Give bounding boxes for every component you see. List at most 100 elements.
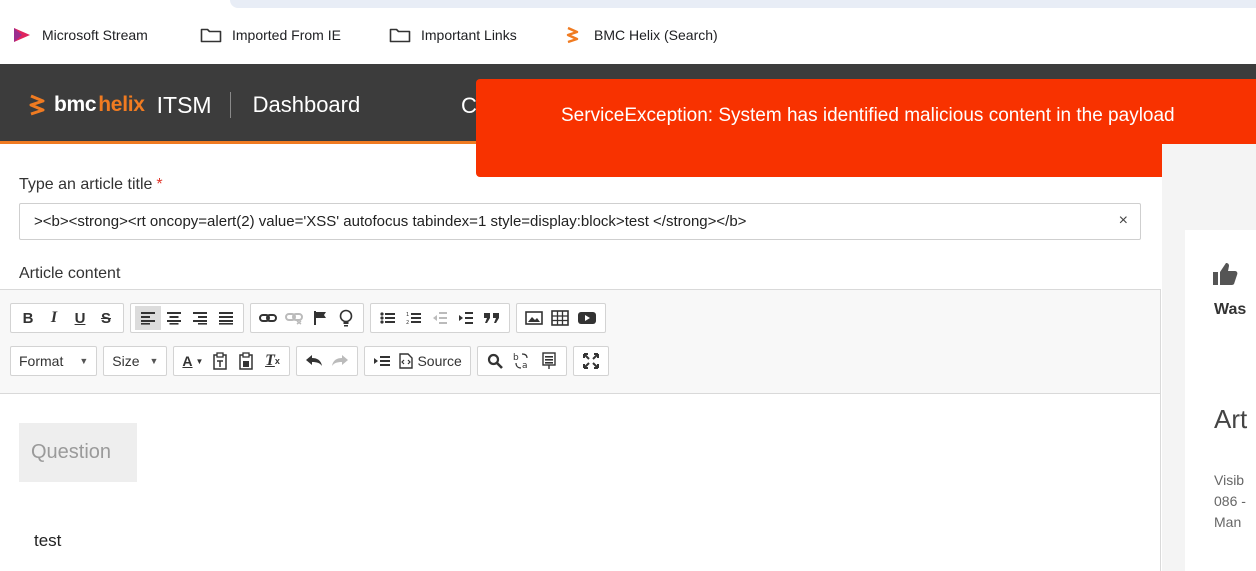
bookmarks-bar: Microsoft Stream Imported From IE Import…: [0, 0, 1256, 64]
bookmark-imported-from-ie[interactable]: Imported From IE: [200, 24, 341, 46]
article-title-input[interactable]: ><b><strong><rt oncopy=alert(2) value='X…: [19, 203, 1141, 240]
paste-text-button[interactable]: [207, 349, 233, 373]
header-divider: [229, 92, 231, 118]
blockquote-button[interactable]: [479, 306, 505, 330]
source-button-label: Source: [417, 353, 462, 369]
article-title-value[interactable]: ><b><strong><rt oncopy=alert(2) value='X…: [34, 213, 746, 230]
logo-text-helix: helix: [98, 93, 145, 116]
editor-body-text[interactable]: test: [34, 531, 61, 551]
maximize-button[interactable]: [578, 349, 604, 373]
nav-dashboard[interactable]: Dashboard: [253, 92, 361, 118]
logo-text-bmc: bmc: [54, 93, 97, 116]
align-center-button[interactable]: [161, 306, 187, 330]
replace-icon: ba: [513, 353, 528, 370]
bulleted-list-button[interactable]: [375, 306, 401, 330]
paste-text-icon: [213, 352, 228, 370]
article-info-heading: Art: [1214, 404, 1248, 434]
visibility-info: Visib 086 - Man: [1214, 470, 1246, 533]
anchor-button[interactable]: [307, 306, 333, 330]
nav-item-partial[interactable]: C: [461, 93, 477, 119]
toast-message: ServiceException: System has identified …: [561, 105, 1175, 126]
chevron-down-icon: ▼: [149, 356, 159, 366]
redo-icon: [332, 355, 349, 366]
format-dropdown[interactable]: Format ▼: [10, 346, 98, 376]
italic-button[interactable]: I: [41, 306, 67, 330]
numbered-list-icon: 12: [406, 312, 421, 325]
youtube-icon: [578, 312, 596, 324]
numbered-list-button[interactable]: 12: [401, 306, 427, 330]
toolbar-row-2: Format ▼ Size ▼ A ▼ T x Source b a: [10, 346, 615, 376]
unlink-icon: [285, 313, 303, 325]
bookmark-label: Important Links: [421, 27, 517, 43]
align-left-button[interactable]: [135, 306, 161, 330]
size-dropdown[interactable]: Size ▼: [103, 346, 168, 376]
editor-content-area[interactable]: Question test: [0, 395, 1160, 571]
unlink-button[interactable]: [281, 306, 307, 330]
justify-button[interactable]: [213, 306, 239, 330]
font-color-button[interactable]: A ▼: [178, 349, 207, 373]
bulleted-list-icon: [380, 312, 395, 324]
undo-redo-group: [296, 346, 359, 376]
bookmark-important-links[interactable]: Important Links: [389, 24, 517, 46]
microsoft-stream-icon: [14, 28, 30, 42]
chevron-down-icon: ▼: [195, 356, 204, 366]
show-blocks-icon: [374, 356, 391, 366]
product-name: ITSM: [156, 91, 212, 118]
maximize-icon: [582, 353, 599, 369]
align-right-icon: [193, 312, 207, 325]
lists-group: 12: [370, 303, 510, 333]
tip-button[interactable]: [333, 306, 359, 330]
basic-styles-group: B I U S: [10, 303, 124, 333]
redo-button[interactable]: [327, 349, 353, 373]
question-block[interactable]: Question: [19, 423, 137, 482]
bmc-helix-logo[interactable]: bmc helix ITSM Dashboard: [28, 91, 360, 119]
paste-word-button[interactable]: [233, 349, 259, 373]
flag-icon: [314, 311, 326, 325]
bookmark-label: Microsoft Stream: [42, 27, 148, 43]
increase-indent-button[interactable]: [453, 306, 479, 330]
font-color-icon: A: [182, 353, 193, 369]
video-button[interactable]: [573, 306, 601, 330]
app-window: Microsoft Stream Imported From IE Import…: [0, 0, 1256, 571]
thumbs-up-icon[interactable]: [1212, 261, 1238, 287]
browser-tab-strip: [230, 0, 1256, 8]
indent-icon: [459, 312, 473, 324]
bookmark-label: BMC Helix (Search): [594, 27, 718, 43]
show-blocks-button[interactable]: [369, 349, 395, 373]
find-button[interactable]: [482, 349, 508, 373]
underline-button[interactable]: U: [67, 306, 93, 330]
lightbulb-icon: [339, 309, 353, 327]
bookmark-microsoft-stream[interactable]: Microsoft Stream: [12, 24, 148, 46]
svg-text:2: 2: [406, 320, 409, 325]
find-group: ba: [476, 346, 567, 376]
source-button[interactable]: Source: [395, 349, 465, 373]
bookmark-bmc-helix-search[interactable]: BMC Helix (Search): [564, 24, 718, 46]
bold-button[interactable]: B: [15, 306, 41, 330]
image-button[interactable]: [521, 306, 547, 330]
align-left-icon: [141, 312, 155, 325]
link-button[interactable]: [255, 306, 281, 330]
replace-button[interactable]: ba: [508, 349, 536, 373]
remove-format-button[interactable]: Tx: [259, 349, 285, 373]
visibility-line-2: 086 -: [1214, 493, 1246, 509]
quote-icon: [484, 313, 499, 323]
chevron-down-icon: ▼: [79, 356, 89, 366]
clear-icon[interactable]: ×: [1119, 212, 1128, 230]
align-center-icon: [167, 312, 181, 325]
article-title-label-text: Type an article title: [19, 176, 153, 193]
folder-icon: [389, 28, 411, 43]
error-toast[interactable]: ServiceException: System has identified …: [476, 79, 1256, 177]
table-button[interactable]: [547, 306, 573, 330]
decrease-indent-button[interactable]: [427, 306, 453, 330]
strikethrough-button[interactable]: S: [93, 306, 119, 330]
helpful-question-text: Was: [1214, 301, 1247, 318]
align-right-button[interactable]: [187, 306, 213, 330]
maximize-group: [572, 346, 609, 376]
svg-text:b: b: [513, 353, 519, 363]
bmc-helix-icon: [566, 26, 579, 44]
link-icon: [259, 314, 277, 322]
insert-group: [516, 303, 606, 333]
select-all-button[interactable]: [536, 349, 562, 373]
outdent-icon: [433, 312, 447, 324]
undo-button[interactable]: [301, 349, 327, 373]
